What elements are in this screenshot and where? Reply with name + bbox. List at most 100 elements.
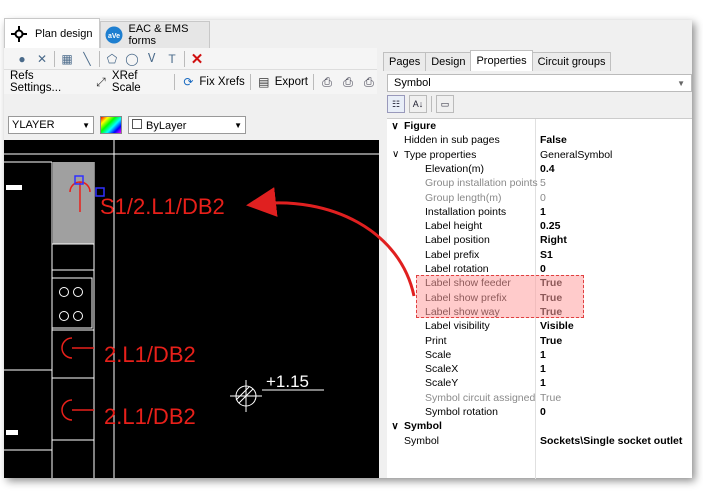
property-value[interactable]: S1 (540, 249, 553, 261)
property-value[interactable]: 0.4 (540, 163, 555, 175)
tab-plan-design[interactable]: Plan design (4, 18, 100, 48)
property-row[interactable]: Label height 0.25 (387, 219, 692, 233)
grid-icon[interactable]: ▦ (59, 51, 75, 67)
categorized-icon[interactable]: ☷ (387, 95, 405, 113)
chevron-down-icon[interactable]: ∨ (390, 421, 400, 432)
separator (174, 74, 176, 90)
chevron-down-icon: ▼ (82, 120, 90, 130)
highlight-box (416, 275, 584, 318)
properties-panel: Pages Design Properties Circuit groups S… (383, 48, 692, 479)
delete-icon[interactable]: ✕ (189, 51, 205, 68)
property-value[interactable]: GeneralSymbol (540, 149, 612, 161)
tab-design[interactable]: Design (425, 52, 472, 71)
print-setup-icon[interactable]: ⎙ (361, 74, 377, 90)
property-row[interactable]: ∨ Type properties GeneralSymbol (387, 148, 692, 162)
property-name: ScaleX (425, 363, 459, 376)
socket-label-selected: S1/2.L1/DB2 (100, 194, 225, 219)
chevron-down-icon[interactable]: ∨ (390, 121, 400, 132)
property-row[interactable]: Symbol circuit assigned True (387, 391, 692, 405)
property-value[interactable]: Right (540, 234, 567, 246)
property-row[interactable]: Scale 1 (387, 348, 692, 362)
property-value[interactable]: True (540, 392, 561, 404)
svg-text:aVe: aVe (107, 33, 119, 40)
fix-xrefs-button[interactable]: ⟳ Fix Xrefs (180, 72, 244, 92)
property-name: Label height (425, 220, 483, 233)
draw-toolbar: ● ✕ ▦ ╲ ⬠ ◯ Ꮩ T ✕ (4, 48, 377, 70)
property-row[interactable]: Installation points 1 (387, 205, 692, 219)
property-row[interactable]: Group length(m) 0 (387, 191, 692, 205)
drawing-canvas[interactable]: +1.15 S1/2.L1/DB2 2.L1/DB2 2.L1/DB2 (4, 140, 379, 478)
separator (431, 96, 432, 112)
property-row[interactable]: Symbol Sockets\Single socket outlet (387, 434, 692, 448)
tab-pages[interactable]: Pages (383, 52, 427, 71)
property-value[interactable]: 0 (540, 263, 546, 275)
sphere-icon[interactable]: ● (14, 51, 30, 67)
property-value[interactable]: 0 (540, 192, 546, 204)
property-value[interactable]: 1 (540, 363, 546, 375)
line-icon[interactable]: ╲ (79, 51, 95, 67)
polygon-icon[interactable]: ⬠ (104, 51, 120, 67)
property-row[interactable]: Label position Right (387, 233, 692, 247)
cross-tool-icon[interactable]: ✕ (34, 51, 50, 67)
chevron-down-icon[interactable]: ∨ (392, 149, 399, 160)
print-icon[interactable]: ⎙ (319, 74, 335, 90)
object-select[interactable]: Symbol ▼ (387, 74, 692, 92)
print-preview-icon[interactable]: ⎙ (340, 74, 356, 90)
xref-scale-button[interactable]: ⤢ XRef Scale (93, 70, 169, 94)
property-row[interactable]: Elevation(m) 0.4 (387, 162, 692, 176)
fix-xrefs-label: Fix Xrefs (199, 76, 245, 88)
xrefs-settings-button[interactable]: Refs Settings... (10, 70, 88, 94)
property-pages-icon[interactable]: ▭ (436, 95, 454, 113)
property-name: Symbol (404, 420, 442, 433)
layer-combo[interactable]: YLAYER ▼ (8, 116, 94, 134)
property-name: Label prefix (425, 248, 480, 261)
tab-properties[interactable]: Properties (470, 50, 533, 71)
tab-label: EAC & EMS forms (128, 23, 189, 47)
text-style-icon[interactable]: T (164, 51, 180, 67)
property-value[interactable]: 0.25 (540, 220, 560, 232)
property-row[interactable]: Hidden in sub pages False (387, 133, 692, 147)
property-row[interactable]: Symbol rotation 0 (387, 405, 692, 419)
property-name: Type properties (404, 148, 477, 161)
property-name: Group length(m) (425, 191, 502, 204)
sort-toolbar: ☷ A↓ ▭ (387, 94, 454, 114)
xrefs-settings-label: Refs Settings... (10, 70, 62, 94)
property-row[interactable]: Print True (387, 334, 692, 348)
elevation-text: +1.15 (266, 372, 309, 391)
text-icon[interactable]: Ꮩ (144, 51, 160, 67)
property-row[interactable]: Label prefix S1 (387, 248, 692, 262)
property-value[interactable]: False (540, 134, 567, 146)
property-row[interactable]: ScaleX 1 (387, 362, 692, 376)
socket-label: 2.L1/DB2 (104, 404, 196, 429)
property-row[interactable]: ScaleY 1 (387, 376, 692, 390)
document-tabs: Plan design aVe EAC & EMS forms (4, 18, 210, 48)
property-category[interactable]: ∨ Figure (387, 119, 692, 133)
chevron-down-icon: ▼ (677, 78, 685, 88)
property-row[interactable]: Label visibility Visible (387, 319, 692, 333)
linetype-combo[interactable]: ByLayer ▼ (128, 116, 246, 134)
property-name: Print (425, 334, 447, 347)
color-picker-button[interactable] (100, 116, 122, 134)
property-name: Label rotation (425, 263, 489, 275)
property-row[interactable]: Label rotation 0 (387, 262, 692, 276)
tab-eac-ems-forms[interactable]: aVe EAC & EMS forms (99, 21, 210, 48)
property-value[interactable]: 0 (540, 406, 546, 418)
panel-tabs: Pages Design Properties Circuit groups (383, 50, 612, 72)
sort-alpha-icon[interactable]: A↓ (409, 95, 427, 113)
circle-icon[interactable]: ◯ (124, 51, 140, 67)
separator (184, 50, 185, 67)
property-value[interactable]: Visible (540, 320, 574, 332)
property-value[interactable]: 1 (540, 349, 546, 361)
property-value[interactable]: 1 (540, 377, 546, 389)
property-value[interactable]: Sockets\Single socket outlet (540, 435, 682, 447)
separator (313, 74, 315, 90)
tab-circuit-groups[interactable]: Circuit groups (531, 52, 612, 71)
property-value[interactable]: 5 (540, 177, 546, 189)
property-row[interactable]: Group installation points 5 (387, 176, 692, 190)
xref-scale-label: XRef Scale (111, 70, 141, 94)
export-button[interactable]: ▤ Export (256, 72, 308, 92)
property-name: Elevation(m) (425, 162, 484, 175)
property-category[interactable]: ∨ Symbol (387, 419, 692, 433)
property-value[interactable]: True (540, 335, 562, 347)
property-value[interactable]: 1 (540, 206, 546, 218)
